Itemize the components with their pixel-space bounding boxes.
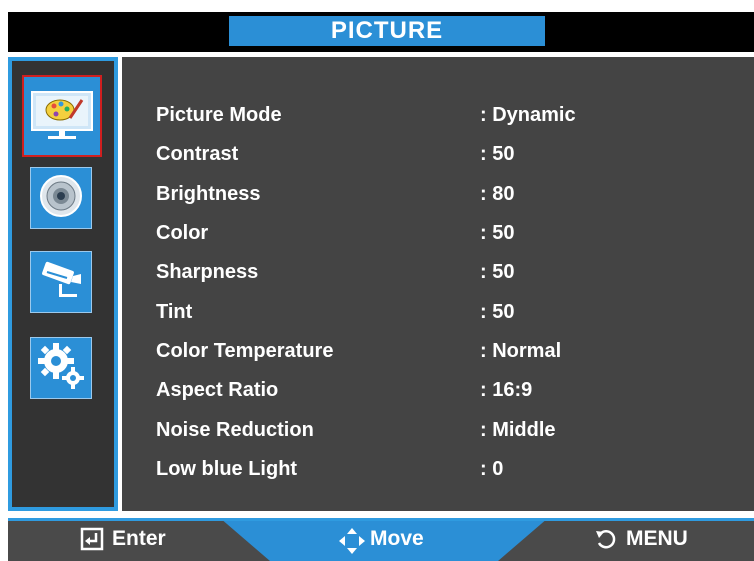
sound-icon xyxy=(38,173,84,224)
menu-row-aspect-ratio[interactable]: Aspect Ratio : 16:9 xyxy=(122,375,754,405)
sidebar xyxy=(12,61,114,507)
menu-row-picture-mode[interactable]: Picture Mode : Dynamic xyxy=(122,100,754,130)
menu-label: Color xyxy=(156,222,209,244)
footer-move-label: Move xyxy=(370,527,424,550)
menu-value: : 50 xyxy=(480,143,515,165)
menu-value: : 80 xyxy=(480,183,515,205)
title-box: PICTURE xyxy=(229,16,545,46)
menu-panel: Picture Mode : Dynamic Contrast : 50 Bri… xyxy=(122,57,754,511)
footer-enter-label: Enter xyxy=(112,527,166,550)
page-title: PICTURE xyxy=(330,17,444,44)
menu-row-color-temperature[interactable]: Color Temperature : Normal xyxy=(122,336,754,366)
footer-move[interactable]: Move xyxy=(338,527,424,554)
sidebar-item-settings[interactable] xyxy=(30,337,92,399)
footer-menu[interactable]: MENU xyxy=(594,527,688,551)
picture-icon xyxy=(30,84,94,149)
menu-value: : Normal xyxy=(480,340,562,362)
menu-label: Low blue Light xyxy=(156,458,298,480)
menu-value: : 50 xyxy=(480,301,515,323)
return-icon xyxy=(594,527,618,551)
settings-gears-icon xyxy=(36,341,86,396)
menu-label: Sharpness xyxy=(156,261,259,283)
menu-row-color[interactable]: Color : 50 xyxy=(122,218,754,248)
footer-divider xyxy=(8,518,754,521)
header-bar: PICTURE xyxy=(8,12,754,52)
menu-value: : 16:9 xyxy=(480,379,533,401)
menu-row-contrast[interactable]: Contrast : 50 xyxy=(122,139,754,169)
menu-label: Color Temperature xyxy=(156,340,334,362)
menu-label: Aspect Ratio xyxy=(156,379,279,401)
menu-label: Contrast xyxy=(156,143,239,165)
menu-label: Picture Mode xyxy=(156,104,282,126)
sidebar-item-camera[interactable] xyxy=(30,251,92,313)
enter-icon xyxy=(80,527,104,551)
menu-row-brightness[interactable]: Brightness : 80 xyxy=(122,179,754,209)
menu-row-tint[interactable]: Tint : 50 xyxy=(122,297,754,327)
menu-row-sharpness[interactable]: Sharpness : 50 xyxy=(122,257,754,287)
menu-value: : 50 xyxy=(480,261,515,283)
menu-value: : Dynamic xyxy=(480,104,576,126)
footer-menu-label: MENU xyxy=(626,527,688,550)
camera-icon xyxy=(37,258,85,307)
sidebar-item-picture[interactable] xyxy=(22,75,102,157)
menu-value: : 50 xyxy=(480,222,515,244)
menu-value: : Middle xyxy=(480,419,556,441)
footer-bar: Enter Move MENU xyxy=(8,518,754,561)
footer-enter[interactable]: Enter xyxy=(80,527,166,551)
menu-label: Tint xyxy=(156,301,193,323)
menu-label: Noise Reduction xyxy=(156,419,314,441)
menu-value: : 0 xyxy=(480,458,504,480)
sidebar-item-sound[interactable] xyxy=(30,167,92,229)
menu-row-noise-reduction[interactable]: Noise Reduction : Middle xyxy=(122,415,754,445)
move-arrows-icon xyxy=(338,527,365,554)
menu-row-low-blue-light[interactable]: Low blue Light : 0 xyxy=(122,454,754,484)
menu-label: Brightness xyxy=(156,183,261,205)
